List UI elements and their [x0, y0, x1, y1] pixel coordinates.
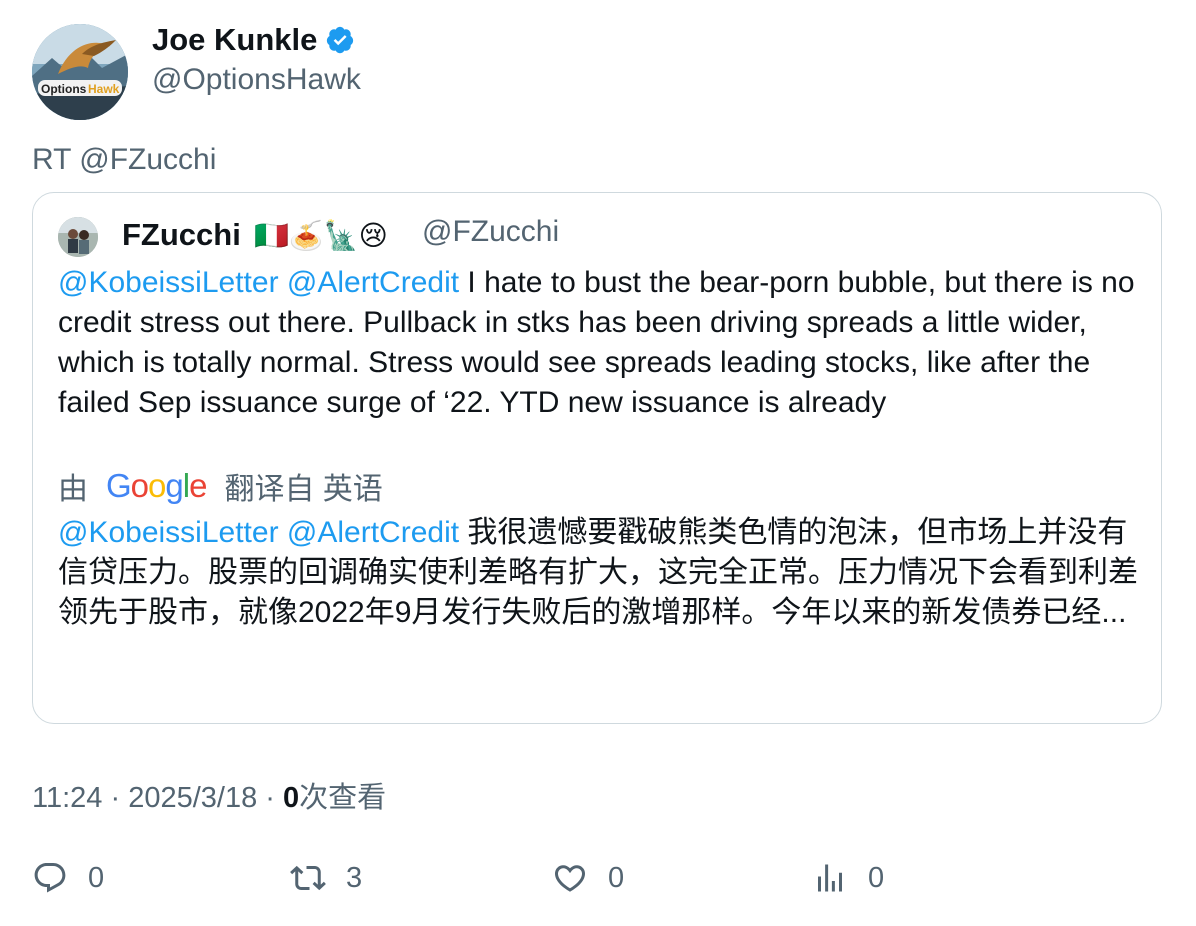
- author-avatar[interactable]: Options Hawk: [32, 24, 128, 120]
- svg-text:Options: Options: [41, 82, 87, 96]
- reply-button[interactable]: 0: [32, 860, 104, 896]
- quoted-author-emoji-flags: 🇮🇹🍝🗽😢: [254, 219, 388, 252]
- views-action-count: 0: [868, 861, 885, 894]
- author-name-text[interactable]: Joe Kunkle: [152, 22, 317, 58]
- meta-separator: ·: [257, 782, 283, 814]
- google-logo: Google: [106, 467, 207, 504]
- views-count: 0: [283, 782, 300, 814]
- quoted-author-avatar[interactable]: [58, 217, 98, 257]
- tweet-time[interactable]: 11:24: [32, 782, 102, 814]
- profile-photo-icon: [58, 217, 98, 257]
- translated-mention-alertcredit[interactable]: @AlertCredit: [287, 516, 459, 549]
- translated-tweet-text: @KobeissiLetter @AlertCredit 我很遗憾要戳破熊类色情…: [58, 513, 1148, 633]
- retweet-icon: [290, 865, 326, 891]
- heart-icon: [554, 865, 586, 892]
- reply-count: 0: [88, 861, 105, 894]
- verified-badge-icon: [327, 26, 354, 54]
- quoted-tweet-card[interactable]: FZucchi 🇮🇹🍝🗽😢 @FZucchi @KobeissiLetter @…: [32, 192, 1162, 724]
- views-label: 次查看: [299, 782, 387, 814]
- author-name[interactable]: Joe Kunkle: [152, 22, 355, 58]
- meta-separator: ·: [102, 782, 129, 814]
- mention-alertcredit[interactable]: @AlertCredit: [287, 266, 459, 299]
- hawk-logo-icon: Options Hawk: [32, 24, 128, 120]
- like-count: 0: [608, 861, 625, 894]
- views-button[interactable]: 0: [812, 860, 884, 896]
- translate-suffix: 翻译自 英语: [224, 473, 383, 506]
- reply-icon: [34, 863, 66, 893]
- quoted-author-name[interactable]: FZucchi: [122, 217, 241, 253]
- quoted-author-handle[interactable]: @FZucchi: [422, 215, 559, 249]
- mention-kobeissiletter[interactable]: @KobeissiLetter: [58, 266, 279, 299]
- analytics-bar-chart-icon: [818, 864, 842, 892]
- retweet-count: 3: [346, 861, 363, 894]
- tweet-date[interactable]: 2025/3/18: [128, 782, 257, 814]
- retweet-button[interactable]: 3: [290, 860, 362, 896]
- retweet-text: RT @FZucchi: [32, 143, 217, 176]
- quoted-tweet-text: @KobeissiLetter @AlertCredit I hate to b…: [58, 263, 1148, 423]
- translate-prefix: 由: [58, 473, 88, 506]
- author-handle[interactable]: @OptionsHawk: [152, 63, 361, 97]
- like-button[interactable]: 0: [552, 860, 624, 896]
- translated-mention-kobeissiletter[interactable]: @KobeissiLetter: [58, 516, 279, 549]
- svg-text:Hawk: Hawk: [88, 82, 120, 96]
- translation-attribution: 由 Google 翻译自 英语: [58, 464, 383, 508]
- tweet-meta: 11:24 · 2025/3/18 · 0次查看: [32, 774, 386, 816]
